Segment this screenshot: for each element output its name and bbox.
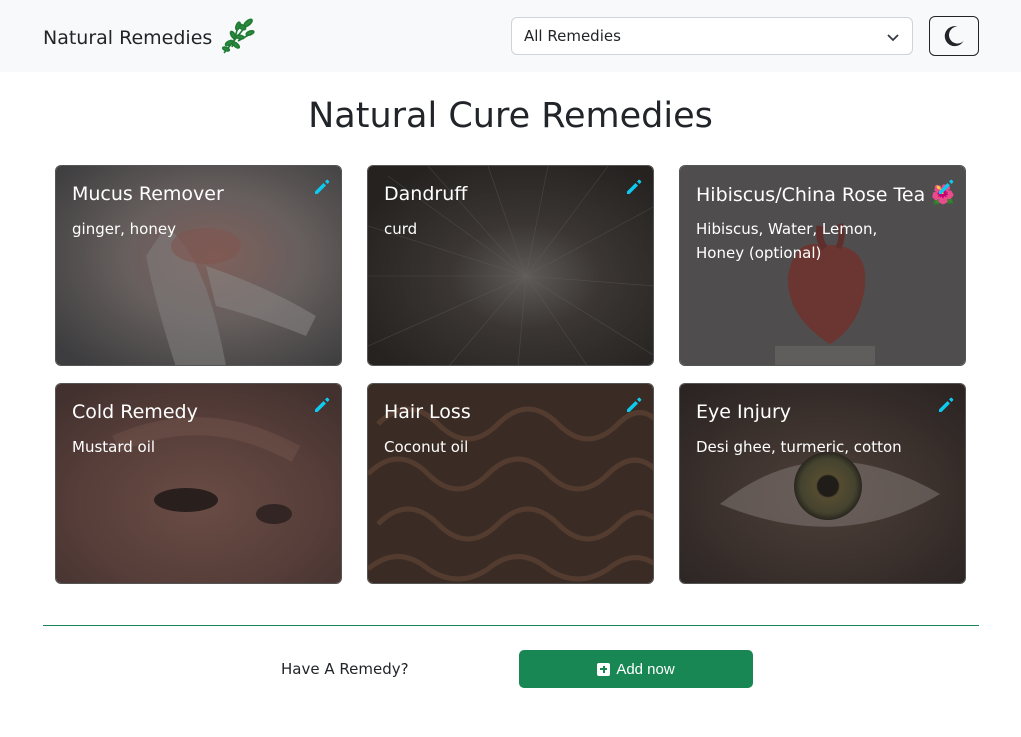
card-description: Mustard oil <box>72 438 156 456</box>
moon-icon <box>944 26 964 47</box>
card-title: Eye Injury <box>696 401 791 423</box>
card-description: Desi ghee, turmeric, cotton <box>696 438 902 456</box>
remedy-card[interactable]: Cold Remedy Mustard oil <box>55 383 342 584</box>
card-description: Hibiscus, Water, Lemon, Honey (optional) <box>696 220 878 262</box>
pencil-icon[interactable] <box>937 178 955 196</box>
card-title: Cold Remedy <box>72 401 198 423</box>
card-title: Mucus Remover <box>72 183 224 205</box>
section-divider <box>43 625 979 626</box>
navbar: Natural Remedies All Remedies <box>0 0 1021 72</box>
theme-toggle-button[interactable] <box>929 16 979 56</box>
remedy-filter-select[interactable]: All Remedies <box>511 17 913 55</box>
card-description: ginger, honey <box>72 220 176 238</box>
remedy-card[interactable]: Mucus Remover ginger, honey <box>55 165 342 366</box>
add-remedy-prompt: Have A Remedy? <box>281 660 409 678</box>
brand-name: Natural Remedies <box>43 27 213 49</box>
remedy-card[interactable]: Hibiscus/China Rose Tea 🌺 Hibiscus, Wate… <box>679 165 966 366</box>
pencil-icon[interactable] <box>625 396 643 414</box>
remedy-filter-value: All Remedies <box>524 27 621 45</box>
remedy-card[interactable]: Eye Injury Desi ghee, turmeric, cotton <box>679 383 966 584</box>
plus-square-icon <box>597 662 611 676</box>
brand-link[interactable]: Natural Remedies <box>43 18 256 55</box>
card-title: Hair Loss <box>384 401 471 423</box>
herb-leaves-icon <box>222 18 255 54</box>
pencil-icon[interactable] <box>313 178 331 196</box>
pencil-icon[interactable] <box>625 178 643 196</box>
add-now-button[interactable]: Add now <box>519 650 753 688</box>
remedy-card[interactable]: Dandruff curd <box>367 165 654 366</box>
chevron-down-icon <box>887 34 899 42</box>
card-description: Coconut oil <box>384 438 469 456</box>
card-title: Dandruff <box>384 183 468 205</box>
remedy-card[interactable]: Hair Loss Coconut oil <box>367 383 654 584</box>
page-title: Natural Cure Remedies <box>308 96 713 136</box>
card-title: Hibiscus/China Rose Tea 🌺 <box>696 184 955 206</box>
pencil-icon[interactable] <box>313 396 331 414</box>
card-description: curd <box>384 220 418 238</box>
add-now-label: Add now <box>616 660 675 678</box>
pencil-icon[interactable] <box>937 396 955 414</box>
